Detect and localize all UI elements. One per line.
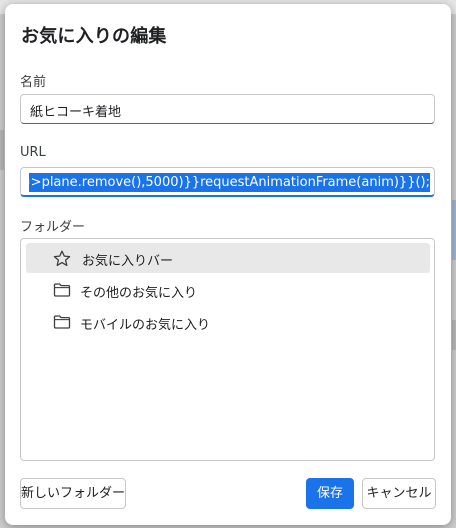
name-field[interactable]: 紙ヒコーキ着地 (20, 94, 435, 124)
folder-item-label: その他のお気に入り (80, 286, 198, 301)
folder-tree[interactable]: お気に入りバー その他のお気に入り モバイルのお気に入り (20, 238, 435, 461)
name-label: 名前 (20, 75, 47, 90)
url-label: URL (20, 145, 46, 160)
name-field-value: 紙ヒコーキ着地 (30, 105, 122, 120)
folder-item-label: お気に入りバー (82, 254, 174, 269)
folder-label: フォルダー (20, 220, 86, 235)
url-field-selected-text: put(()=>plane.remove(),5000)}}requestAni… (29, 173, 430, 192)
edit-favorite-dialog: お気に入りの編集 名前 紙ヒコーキ着地 URL put(()=>plane.re… (5, 4, 451, 525)
dialog-title: お気に入りの編集 (21, 26, 167, 47)
folder-item-mobile-favorites[interactable]: モバイルのお気に入り (26, 307, 430, 337)
folder-icon (53, 314, 71, 330)
new-folder-button[interactable]: 新しいフォルダー (20, 478, 126, 509)
folder-item-favorites-bar[interactable]: お気に入りバー (26, 243, 430, 273)
backdrop-fragment (0, 130, 4, 170)
folder-icon (53, 282, 71, 298)
cancel-button[interactable]: キャンセル (362, 478, 436, 509)
folder-item-other-favorites[interactable]: その他のお気に入り (26, 275, 430, 305)
backdrop-fragment (452, 320, 456, 350)
backdrop-fragment (452, 200, 456, 260)
save-button[interactable]: 保存 (306, 478, 354, 509)
folder-item-label: モバイルのお気に入り (80, 318, 211, 333)
star-icon (53, 250, 71, 267)
url-field[interactable]: put(()=>plane.remove(),5000)}}requestAni… (20, 167, 435, 197)
